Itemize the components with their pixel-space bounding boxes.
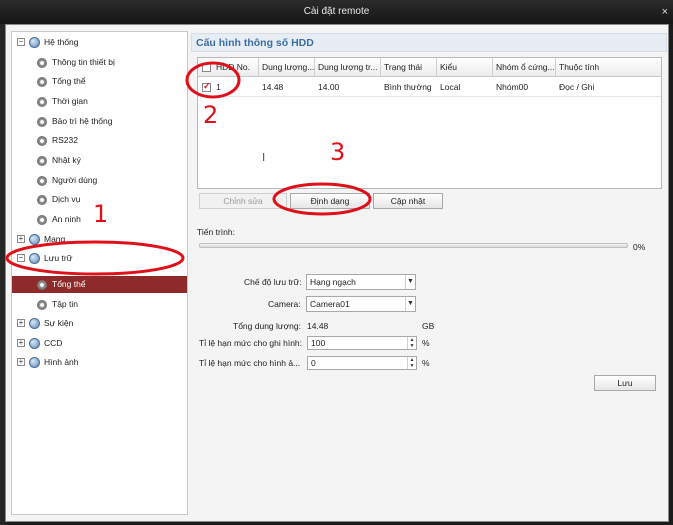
progress-value: 0% [633,242,646,252]
column-header[interactable]: Nhóm ổ cứng... [493,58,556,77]
annotation-number-1: 1 [93,200,109,228]
total-capacity-unit: GB [422,321,435,331]
image-quota-input[interactable]: 0 ▲ ▼ [307,356,417,370]
tree-item-rs232[interactable]: RS232 [37,132,78,149]
annotation-number-2: 2 [203,101,219,129]
expand-icon[interactable]: + [17,358,25,366]
tree-item-time[interactable]: Thời gian [37,93,88,110]
gear-icon [37,175,47,186]
globe-icon [29,37,40,49]
edit-button[interactable]: Chỉnh sửa [199,193,287,209]
remote-settings-window: − Hệ thống Thông tin thiết bị Tổng thể T… [5,24,669,522]
storage-mode-select[interactable]: Hạng ngạch ▼ [306,274,416,290]
image-quota-label: Tỉ lệ hạn mức cho hình ả... [199,358,301,368]
stepper-icon[interactable]: ▲ ▼ [407,357,416,369]
chevron-down-icon: ▼ [405,297,415,311]
globe-icon [29,253,40,265]
row-checkbox[interactable] [202,81,211,92]
cell-hdd-group: Nhóm00 [496,82,529,92]
total-capacity-value: 14.48 [307,321,329,331]
window-title: Cài đặt remote [303,6,370,17]
progress-bar [199,243,628,248]
column-header[interactable]: Kiểu [437,58,493,77]
column-header[interactable]: Trạng thái [381,58,437,77]
hdd-table: HDD No. Dung lượng... Dung lượng tr... T… [197,57,662,189]
close-icon[interactable]: × [662,0,668,24]
tree-item-services[interactable]: Dịch vụ [37,191,80,208]
format-button[interactable]: Định dạng [290,193,370,209]
save-button[interactable]: Lưu [594,375,656,391]
globe-icon [29,318,40,330]
column-header[interactable]: Thuộc tính [556,58,661,77]
tree-item-system[interactable]: − Hệ thống [17,34,79,51]
title-bar: Cài đặt remote × [0,0,673,24]
gear-icon [37,135,47,146]
expand-icon[interactable]: + [17,339,25,347]
settings-tree: − Hệ thống Thông tin thiết bị Tổng thể T… [11,31,188,515]
tree-item-network[interactable]: + Mạng [17,231,65,248]
globe-icon [29,234,40,246]
gear-icon [37,299,47,310]
expand-icon[interactable]: + [17,319,25,327]
stepper-icon[interactable]: ▲ ▼ [407,337,416,349]
tree-item-users[interactable]: Người dùng [37,172,97,189]
chevron-down-icon: ▼ [405,275,415,289]
gear-icon [37,76,47,87]
tree-item-storage-general[interactable]: Tổng thể [37,276,86,293]
annotation-number-3: 3 [330,138,346,166]
column-header[interactable]: HDD No. [213,58,259,77]
cell-property: Đọc / Ghi [559,82,595,92]
total-capacity-label: Tổng dung lượng: [233,321,301,331]
collapse-icon[interactable]: − [17,254,25,262]
tree-item-security[interactable]: An ninh [37,211,81,228]
cell-status: Bình thường [384,82,432,92]
storage-mode-label: Chế độ lưu trữ: [244,277,302,287]
tree-item-maintenance[interactable]: Bảo trì hệ thống [37,113,113,130]
table-header: HDD No. Dung lượng... Dung lượng tr... T… [198,58,661,77]
gear-icon [37,279,47,290]
gear-icon [37,96,47,107]
tree-item-device-info[interactable]: Thông tin thiết bị [37,54,115,71]
gear-icon [37,194,47,205]
record-quota-input[interactable]: 100 ▲ ▼ [307,336,417,350]
cell-free-space: 14.00 [318,82,340,92]
column-header[interactable]: Dung lượng tr... [315,58,381,77]
tree-item-general[interactable]: Tổng thể [37,73,86,90]
expand-icon[interactable]: + [17,235,25,243]
gear-icon [37,116,47,127]
collapse-icon[interactable]: − [17,38,25,46]
camera-label: Camera: [268,299,301,309]
camera-select[interactable]: Camera01 ▼ [306,296,416,312]
globe-icon [29,357,40,369]
record-quota-label: Tỉ lệ hạn mức cho ghi hình: [199,338,303,348]
gear-icon [37,214,47,225]
globe-icon [29,338,40,350]
column-header[interactable]: Dung lượng... [259,58,315,77]
tree-item-ccd[interactable]: + CCD [17,335,62,352]
gear-icon [37,57,47,68]
text-cursor-icon: I [262,151,266,164]
progress-label: Tiến trình: [197,227,235,237]
select-all-checkbox[interactable] [202,63,211,72]
tree-item-events[interactable]: + Sự kiện [17,315,73,332]
cell-hdd-no: 1 [216,82,221,92]
tree-item-log[interactable]: Nhật ký [37,152,81,169]
section-title: Cấu hình thông số HDD [191,33,667,52]
update-button[interactable]: Cập nhật [373,193,443,209]
tree-item-files[interactable]: Tập tin [37,296,78,313]
image-quota-unit: % [422,358,430,368]
cell-type: Local [440,82,461,92]
cell-capacity: 14.48 [262,82,284,92]
tree-item-storage[interactable]: − Lưu trữ [17,250,72,267]
gear-icon [37,155,47,166]
record-quota-unit: % [422,338,430,348]
tree-item-image[interactable]: + Hình ảnh [17,354,79,371]
table-row[interactable]: 1 14.48 14.00 Bình thường Local Nhóm00 Đ… [198,78,661,97]
